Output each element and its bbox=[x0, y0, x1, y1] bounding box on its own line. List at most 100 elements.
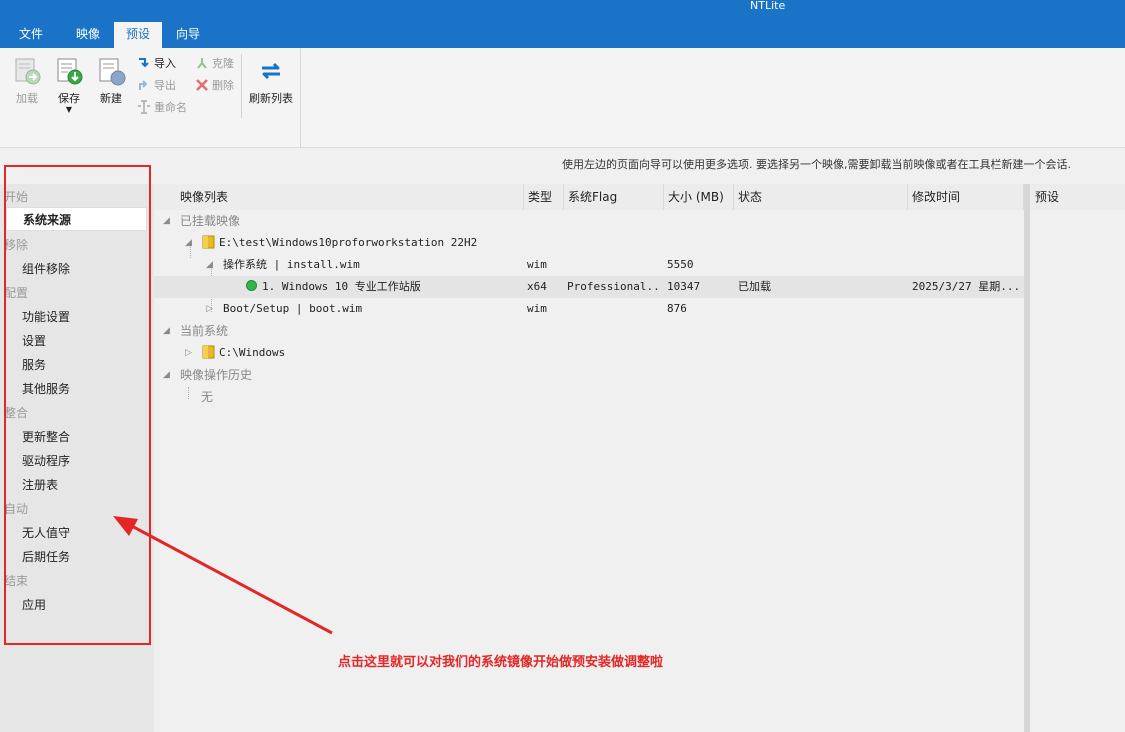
refresh-icon bbox=[262, 62, 280, 80]
sidebar-item-drivers[interactable]: 驱动程序 bbox=[22, 452, 70, 469]
collapse-icon[interactable]: ◢ bbox=[163, 364, 170, 386]
save-dropdown-icon[interactable]: ▼ bbox=[52, 106, 86, 114]
edition-name: 1. Windows 10 专业工作站版 bbox=[262, 280, 421, 293]
info-hint: 使用左边的页面向导可以使用更多选项. 要选择另一个映像,需要卸载当前映像或者在工… bbox=[562, 158, 1071, 171]
sidebar-item-settings[interactable]: 设置 bbox=[22, 332, 46, 349]
ribbon-group-divider bbox=[300, 48, 301, 148]
load-label: 加载 bbox=[16, 92, 38, 105]
clone-button[interactable]: 克隆 bbox=[195, 56, 234, 72]
group-label-current: 当前系统 bbox=[180, 324, 229, 338]
sidebar-section-remove: 移除 bbox=[4, 238, 29, 252]
sidebar-section-start: 开始 bbox=[4, 190, 29, 204]
save-icon bbox=[57, 58, 83, 85]
sidebar-section-finish: 结束 bbox=[4, 574, 29, 588]
sidebar-section-automate: 自动 bbox=[4, 502, 29, 516]
sidebar-item-system-source[interactable]: 系统来源 bbox=[6, 207, 147, 231]
column-modified[interactable]: 修改时间 bbox=[908, 184, 1024, 210]
edition-size: 10347 bbox=[667, 280, 701, 293]
table-row-os[interactable]: ◢ 操作系统 | install.wim wim 5550 bbox=[154, 254, 1024, 276]
refresh-list-label: 刷新列表 bbox=[249, 92, 293, 105]
title-bar: NTLite 文件 映像 预设 向导 bbox=[0, 0, 1125, 48]
import-button[interactable]: 导入 bbox=[137, 56, 176, 72]
status-loaded-icon bbox=[246, 280, 257, 291]
save-button[interactable]: 保存 ▼ bbox=[52, 56, 86, 114]
rename-icon bbox=[138, 100, 150, 114]
column-system-flag[interactable]: 系统Flag bbox=[564, 184, 664, 210]
mounted-image-path: E:\test\Windows10proforworkstation 22H2 bbox=[219, 236, 478, 249]
new-icon bbox=[99, 58, 126, 86]
sidebar-item-services[interactable]: 服务 bbox=[22, 356, 46, 373]
delete-icon bbox=[196, 79, 208, 91]
table-row-mounted-image[interactable]: ◢ E:\test\Windows10proforworkstation 22H… bbox=[154, 232, 1024, 254]
tab-wizard[interactable]: 向导 bbox=[167, 22, 209, 48]
delete-button[interactable]: 删除 bbox=[195, 78, 234, 94]
rename-button[interactable]: 重命名 bbox=[137, 100, 187, 116]
sidebar-item-component-removal[interactable]: 组件移除 bbox=[22, 260, 70, 277]
boot-node-type: wim bbox=[527, 302, 547, 315]
export-label: 导出 bbox=[154, 79, 176, 92]
group-row-history[interactable]: ◢ 映像操作历史 bbox=[154, 364, 1024, 386]
group-row-mounted[interactable]: ◢ 已挂载映像 bbox=[154, 210, 1024, 232]
sidebar-item-other-services[interactable]: 其他服务 bbox=[22, 380, 70, 397]
collapse-icon[interactable]: ◢ bbox=[206, 254, 213, 276]
ribbon-toolbar: 加载 保存 ▼ 新建 导入 导出 重命名 克隆 删除 刷新列表 bbox=[0, 48, 1125, 148]
table-row-current-windows[interactable]: ▷ C:\Windows bbox=[154, 342, 1024, 364]
new-label: 新建 bbox=[100, 92, 122, 105]
image-list-panel: 映像列表 类型 系统Flag 大小 (MB) 状态 修改时间 ◢ 已挂载映像 ◢… bbox=[154, 184, 1025, 732]
boot-node-size: 876 bbox=[667, 302, 687, 315]
group-label-mounted: 已挂载映像 bbox=[180, 214, 241, 228]
rename-label: 重命名 bbox=[154, 101, 187, 114]
refresh-list-button[interactable]: 刷新列表 bbox=[248, 56, 294, 106]
folder-icon bbox=[202, 345, 215, 359]
info-bar: 使用左边的页面向导可以使用更多选项. 要选择另一个映像,需要卸载当前映像或者在工… bbox=[0, 148, 1125, 184]
sidebar: 开始 系统来源 移除 组件移除 配置 功能设置 设置 服务 其他服务 整合 更新… bbox=[0, 184, 154, 732]
table-row-boot[interactable]: ▷ Boot/Setup | boot.wim wim 876 bbox=[154, 298, 1024, 320]
table-row-history-empty[interactable]: 无 bbox=[154, 386, 1024, 408]
tab-preset[interactable]: 预设 bbox=[114, 22, 162, 48]
collapse-icon[interactable]: ◢ bbox=[163, 320, 170, 342]
import-icon bbox=[139, 58, 149, 68]
app-title: NTLite bbox=[750, 0, 786, 12]
sidebar-item-updates[interactable]: 更新整合 bbox=[22, 428, 70, 445]
collapse-icon[interactable]: ◢ bbox=[163, 210, 170, 232]
edition-status: 已加载 bbox=[738, 280, 771, 293]
sidebar-item-post-setup[interactable]: 后期任务 bbox=[22, 548, 70, 565]
column-status[interactable]: 状态 bbox=[734, 184, 908, 210]
group-row-current-system[interactable]: ◢ 当前系统 bbox=[154, 320, 1024, 342]
folder-icon bbox=[202, 235, 215, 249]
column-type[interactable]: 类型 bbox=[524, 184, 564, 210]
save-label: 保存 bbox=[58, 92, 80, 105]
annotation-text: 点击这里就可以对我们的系统镜像开始做预安装做调整啦 bbox=[338, 655, 664, 670]
import-label: 导入 bbox=[154, 57, 176, 70]
preset-panel-title: 预设 bbox=[1030, 184, 1125, 210]
tab-image[interactable]: 映像 bbox=[67, 22, 109, 48]
expand-icon[interactable]: ▷ bbox=[185, 342, 192, 364]
export-button[interactable]: 导出 bbox=[137, 78, 176, 94]
column-image-list[interactable]: 映像列表 bbox=[154, 184, 524, 210]
history-empty-label: 无 bbox=[201, 390, 214, 404]
export-icon bbox=[139, 80, 148, 90]
edition-type: x64 bbox=[527, 280, 547, 293]
tab-file[interactable]: 文件 bbox=[10, 22, 52, 48]
sidebar-section-integrate: 整合 bbox=[4, 406, 29, 420]
clone-label: 克隆 bbox=[212, 57, 234, 70]
sidebar-item-apply[interactable]: 应用 bbox=[22, 596, 46, 613]
ribbon-separator bbox=[241, 54, 242, 118]
collapse-icon[interactable]: ◢ bbox=[185, 232, 192, 254]
edition-modified: 2025/3/27 星期... bbox=[912, 280, 1021, 293]
clone-icon bbox=[197, 58, 207, 69]
sidebar-item-unattended[interactable]: 无人值守 bbox=[22, 524, 70, 541]
sidebar-item-features[interactable]: 功能设置 bbox=[22, 308, 70, 325]
os-node-size: 5550 bbox=[667, 258, 694, 271]
load-button[interactable]: 加载 bbox=[10, 56, 44, 106]
os-node-type: wim bbox=[527, 258, 547, 271]
column-size[interactable]: 大小 (MB) bbox=[664, 184, 734, 210]
load-icon bbox=[15, 58, 41, 85]
expand-icon[interactable]: ▷ bbox=[206, 298, 213, 320]
table-row-edition[interactable]: 1. Windows 10 专业工作站版 x64 Professional...… bbox=[154, 276, 1024, 298]
sidebar-item-registry[interactable]: 注册表 bbox=[22, 476, 58, 493]
preset-panel: 预设 bbox=[1030, 184, 1125, 732]
new-button[interactable]: 新建 bbox=[94, 56, 128, 106]
sidebar-section-configure: 配置 bbox=[4, 286, 29, 300]
boot-node-name: Boot/Setup | boot.wim bbox=[223, 302, 363, 315]
